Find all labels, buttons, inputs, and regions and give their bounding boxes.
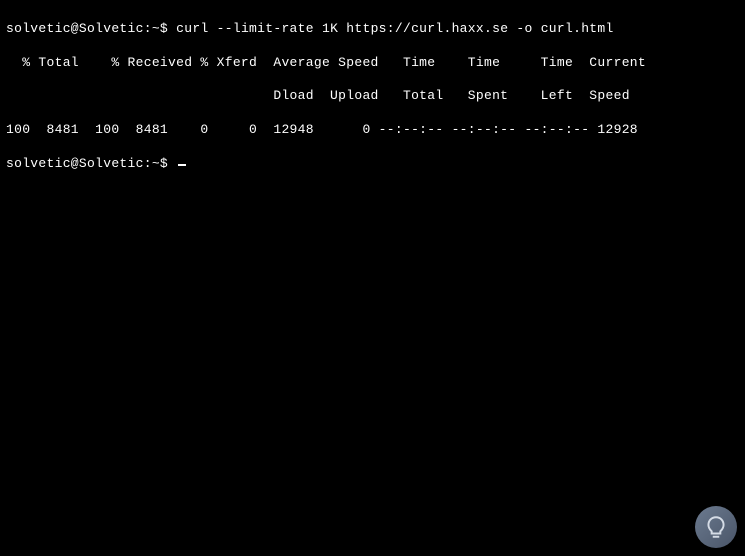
curl-header-row-2: Dload Upload Total Spent Left Speed xyxy=(6,88,739,105)
lightbulb-icon xyxy=(703,514,729,540)
terminal-output[interactable]: solvetic@Solvetic:~$ curl --limit-rate 1… xyxy=(6,4,739,190)
shell-prompt: solvetic@Solvetic:~$ xyxy=(6,21,176,36)
curl-progress-row: 100 8481 100 8481 0 0 12948 0 --:--:-- -… xyxy=(6,122,739,139)
command-text: curl --limit-rate 1K https://curl.haxx.s… xyxy=(176,21,613,36)
curl-header-row-1: % Total % Received % Xferd Average Speed… xyxy=(6,55,739,72)
command-line-2[interactable]: solvetic@Solvetic:~$ xyxy=(6,156,739,173)
shell-prompt: solvetic@Solvetic:~$ xyxy=(6,156,176,173)
chat-bubble-button[interactable] xyxy=(695,506,737,548)
command-line-1: solvetic@Solvetic:~$ curl --limit-rate 1… xyxy=(6,21,739,38)
cursor-icon xyxy=(178,164,186,166)
